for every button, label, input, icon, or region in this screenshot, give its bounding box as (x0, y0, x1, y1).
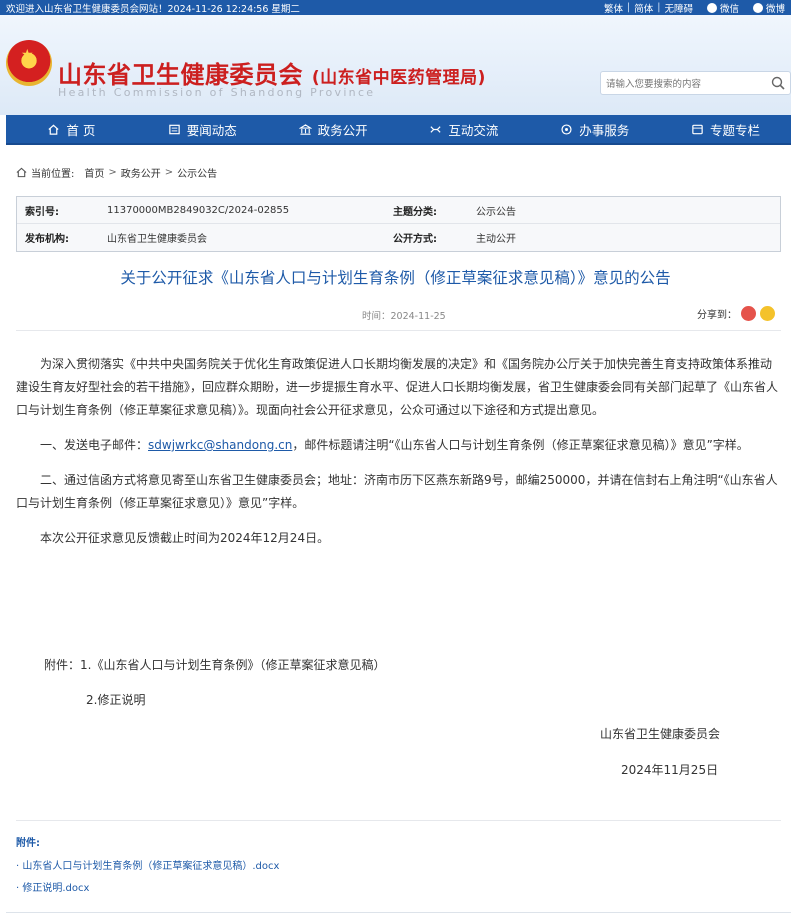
wechat-icon (706, 2, 717, 13)
attachments-label: 附件: (16, 838, 40, 849)
paragraph: 二、通过信函方式将意见寄至山东省卫生健康委员会；地址：济南市历下区燕东新路9号，… (16, 473, 778, 510)
service-icon (561, 123, 572, 135)
paragraph-deadline: 本次公开征求意见反馈截止时间为2024年12月24日。 (40, 531, 330, 545)
link-simplified[interactable]: 简体 (634, 1, 653, 15)
weibo-label: 微博 (765, 3, 785, 15)
share-label: 分享到： (697, 310, 737, 321)
site-title-english: Health Commission of Shandong Province (58, 86, 376, 99)
paragraph-email: 一、发送电子邮件：sdwjwrkc@shandong.cn，邮件标题请注明“《山… (16, 434, 783, 457)
meta-row: 发布机构: 山东省卫生健康委员会 公开方式: 主动公开 (17, 224, 780, 251)
search-box (600, 71, 791, 96)
paragraph: 为深入贯彻落实《中共中央国务院关于优化生育政策促进人口长期均衡发展的决定》和《国… (16, 357, 779, 417)
search-input[interactable] (601, 73, 761, 96)
article-body: 为深入贯彻落实《中共中央国务院关于优化生育政策促进人口长期均衡发展的决定》和《国… (16, 353, 783, 550)
body-attachment-list: 附件：1.《山东省人口与计划生育条例》（修正草案征求意见稿） 2.修正说明 (44, 654, 385, 712)
topic-icon (692, 124, 703, 134)
email-prefix: 一、发送电子邮件： (40, 438, 149, 452)
welcome-text: 欢迎进入山东省卫生健康委员会网站！2024-11-26 12:24:56 星期二 (6, 3, 300, 15)
index-label: 索引号: (25, 206, 59, 218)
site-title-main: 山东省卫生健康委员会 (58, 61, 303, 89)
body-attachment-1: 附件：1.《山东省人口与计划生育条例》（修正草案征求意见稿） (44, 658, 386, 672)
home-icon (16, 167, 27, 178)
nav-label: 办事服务 (579, 122, 630, 138)
wechat-link[interactable]: 微信 (706, 1, 739, 15)
index-value: 11370000MB2849032C/2024-02855 (107, 204, 290, 216)
link-accessibility[interactable]: 无障碍 (664, 1, 693, 15)
meta-row: 索引号: 11370000MB2849032C/2024-02855 主题分类:… (17, 197, 780, 224)
nav-label: 互动交流 (448, 122, 499, 138)
nav-item-interaction[interactable]: 互动交流 (398, 115, 529, 143)
category-label: 主题分类: (393, 206, 437, 218)
document-meta-table: 索引号: 11370000MB2849032C/2024-02855 主题分类:… (16, 196, 781, 252)
breadcrumb: 当前位置: 首页 > 政务公开 > 公示公告 (16, 165, 217, 180)
nav-item-service[interactable]: 办事服务 (529, 115, 660, 143)
breadcrumb-announcements[interactable]: 公示公告 (177, 165, 217, 180)
interaction-icon (430, 125, 441, 133)
nav-label: 专题专栏 (710, 122, 761, 138)
nav-label: 要闻动态 (186, 122, 237, 138)
nav-item-topic[interactable]: 专题专栏 (660, 115, 791, 143)
breadcrumb-home[interactable]: 首页 (84, 165, 104, 180)
divider (16, 820, 781, 821)
publisher-value: 山东省卫生健康委员会 (107, 234, 207, 245)
main-nav: 首 页 要闻动态 政务公开 互动交流 办事服务 专题专栏 (6, 115, 791, 145)
nav-item-news[interactable]: 要闻动态 (137, 115, 268, 143)
signature-date: 2024年11月25日 (621, 763, 719, 777)
site-title[interactable]: 山东省卫生健康委员会 (山东省中医药管理局) (58, 55, 486, 90)
nav-label: 首 页 (66, 122, 96, 138)
link-traditional[interactable]: 繁体 (604, 1, 623, 15)
method-value: 主动公开 (476, 234, 516, 245)
method-label: 公开方式: (393, 234, 437, 245)
government-icon (298, 123, 312, 135)
nav-label: 政务公开 (317, 122, 368, 138)
qzone-share-icon[interactable] (760, 306, 775, 321)
nav-item-government[interactable]: 政务公开 (268, 115, 399, 143)
weibo-share-icon[interactable] (741, 306, 756, 321)
share-bar: 分享到： (697, 306, 775, 321)
body-attachment-2: 2.修正说明 (86, 693, 146, 707)
email-link[interactable]: sdwjwrkc@shandong.cn (148, 438, 292, 452)
nav-item-home[interactable]: 首 页 (6, 115, 137, 143)
attachment-link-explanation[interactable]: · 修正说明.docx (16, 879, 89, 894)
news-icon (168, 124, 180, 134)
signature: 山东省卫生健康委员会 (600, 727, 721, 741)
home-icon (48, 124, 59, 135)
publish-date: 时间：2024-11-25 (362, 311, 446, 322)
breadcrumb-label: 当前位置: (31, 169, 75, 180)
top-bar: 欢迎进入山东省卫生健康委员会网站！2024-11-26 12:24:56 星期二… (0, 0, 791, 15)
site-header: 山东省卫生健康委员会 (山东省中医药管理局) Health Commission… (0, 15, 791, 115)
search-icon[interactable] (770, 75, 786, 91)
divider (6, 912, 791, 913)
divider (16, 330, 781, 331)
wechat-label: 微信 (719, 3, 739, 15)
national-emblem-logo (6, 40, 52, 86)
breadcrumb-government[interactable]: 政务公开 (121, 165, 161, 180)
email-suffix: ，邮件标题请注明“《山东省人口与计划生育条例（修正草案征求意见稿）》意见”字样。 (292, 438, 749, 452)
category-value: 公示公告 (476, 206, 516, 218)
publisher-label: 发布机构: (25, 234, 69, 245)
attachment-link-regulation[interactable]: · 山东省人口与计划生育条例（修正草案征求意见稿）.docx (16, 857, 279, 872)
weibo-icon (752, 2, 763, 13)
article-title: 关于公开征求《山东省人口与计划生育条例（修正草案征求意见稿）》意见的公告 (120, 269, 671, 287)
top-links: 繁体 | 简体 | 无障碍 微信 微博 (604, 1, 785, 15)
weibo-link[interactable]: 微博 (752, 1, 785, 15)
site-title-sub: (山东省中医药管理局) (311, 68, 486, 88)
